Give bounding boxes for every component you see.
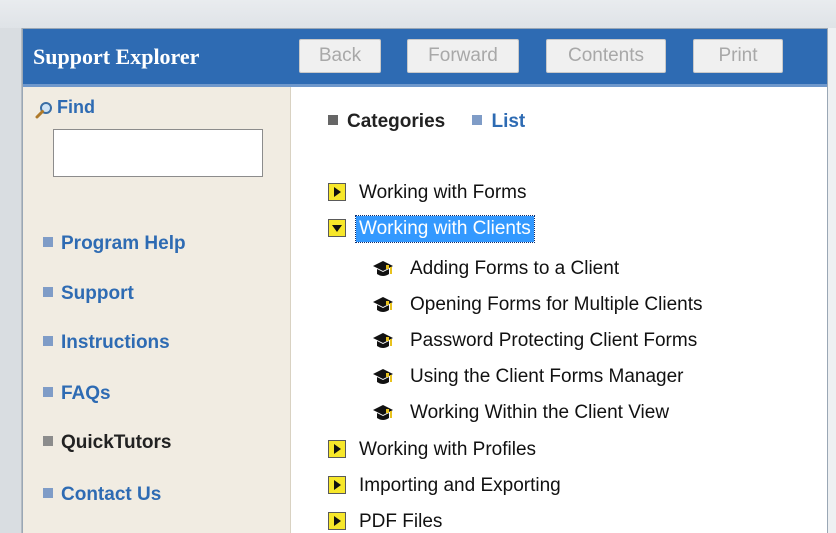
expand-arrow-icon[interactable]	[328, 440, 346, 458]
forward-button[interactable]: Forward	[407, 39, 519, 73]
graduation-cap-icon	[373, 297, 393, 312]
bullet-icon	[43, 286, 53, 297]
bullet-icon	[43, 236, 53, 247]
content-pane: Categories List Working with Forms Worki…	[292, 87, 827, 533]
sidebar-item-faqs[interactable]: FAQs	[43, 383, 111, 405]
tree-item-label: Importing and Exporting	[359, 475, 561, 496]
tab-label: Categories	[347, 111, 446, 132]
tree-item-label: Working with Clients	[355, 215, 535, 243]
window-right-edge	[828, 28, 836, 533]
window-top-strip	[0, 0, 836, 28]
expand-arrow-icon[interactable]	[328, 183, 346, 201]
bullet-icon	[328, 114, 338, 125]
tree-item-label: Working with Forms	[359, 182, 527, 203]
sidebar-item-contact-us[interactable]: Contact Us	[43, 484, 161, 506]
bullet-icon	[43, 386, 53, 397]
sidebar-item-label: QuickTutors	[61, 432, 172, 453]
sidebar-item-instructions[interactable]: Instructions	[43, 332, 170, 354]
sidebar-item-quicktutors[interactable]: QuickTutors	[43, 432, 172, 454]
contents-button[interactable]: Contents	[546, 39, 666, 73]
tutorial-label: Adding Forms to a Client	[410, 258, 620, 279]
graduation-cap-icon	[373, 333, 393, 348]
tree-item-label: Working with Profiles	[359, 439, 537, 460]
magnifier-icon	[35, 102, 52, 119]
window-left-edge	[0, 28, 22, 533]
bullet-icon	[43, 435, 53, 446]
sidebar-item-label: Program Help	[61, 233, 186, 254]
print-button[interactable]: Print	[693, 39, 783, 73]
view-tabs: Categories List	[328, 111, 525, 133]
header-bar: Support Explorer Back Forward Contents P…	[23, 29, 827, 87]
sidebar-item-label: Instructions	[61, 332, 170, 353]
tutorial-label: Password Protecting Client Forms	[410, 330, 698, 351]
expand-arrow-icon[interactable]	[328, 512, 346, 530]
find-label: Find	[57, 97, 95, 117]
app-title: Support Explorer	[33, 44, 200, 69]
graduation-cap-icon	[373, 405, 393, 420]
sidebar-item-label: FAQs	[61, 383, 111, 404]
bullet-icon	[43, 487, 53, 498]
tutorial-label: Using the Client Forms Manager	[410, 366, 684, 387]
sidebar-item-program-help[interactable]: Program Help	[43, 233, 186, 255]
bullet-icon	[43, 335, 53, 346]
tutorial-label: Working Within the Client View	[410, 402, 670, 423]
find-input[interactable]	[53, 129, 263, 177]
tab-categories[interactable]: Categories	[328, 111, 445, 132]
tutorial-label: Opening Forms for Multiple Clients	[410, 294, 703, 315]
sidebar-item-label: Contact Us	[61, 484, 162, 505]
sidebar: Find Program Help Support Instructions F…	[23, 87, 291, 533]
tab-label: List	[491, 111, 526, 132]
graduation-cap-icon	[373, 369, 393, 384]
tab-list[interactable]: List	[472, 111, 525, 132]
collapse-arrow-icon[interactable]	[328, 219, 346, 237]
sidebar-item-support[interactable]: Support	[43, 283, 134, 305]
sidebar-item-label: Support	[61, 283, 134, 304]
graduation-cap-icon	[373, 261, 393, 276]
back-button[interactable]: Back	[299, 39, 381, 73]
support-explorer-window: Support Explorer Back Forward Contents P…	[22, 28, 828, 533]
expand-arrow-icon[interactable]	[328, 476, 346, 494]
tree-item-label: PDF Files	[359, 511, 443, 532]
bullet-icon	[472, 114, 483, 125]
